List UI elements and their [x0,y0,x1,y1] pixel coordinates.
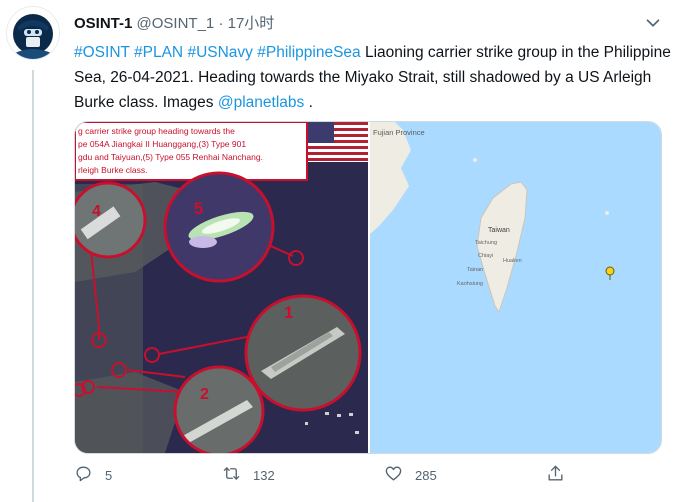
like-count: 285 [415,467,437,483]
reply-icon[interactable] [74,464,93,486]
caption-line-3: gdu and Taiyuan,(5) Type 055 Renhai Nanc… [78,152,263,162]
marker-label-2: 2 [200,386,209,403]
islet [473,158,477,162]
image-divider [368,122,370,453]
retweet-count: 132 [253,467,275,483]
label-taichung: Taichung [475,240,497,246]
marker-label-5: 5 [194,199,203,218]
mention-planetlabs[interactable]: @planetlabs [218,94,304,111]
hashtag-plan[interactable]: #PLAN [134,44,183,61]
label-tainan: Tainan [467,267,483,273]
avatar-image [7,7,59,59]
marker-label-4: 4 [92,203,101,220]
reply-count: 5 [105,467,113,483]
label-chiayi: Chiayi [478,253,493,259]
author-handle[interactable]: @OSINT_1 [137,15,215,32]
label-province: Fujian Province [373,128,425,137]
thread-line [32,70,34,502]
avatar[interactable] [6,6,60,60]
tweet-text: #OSINT #PLAN #USNavy #PhilippineSea Liao… [74,40,674,115]
like-icon[interactable] [384,464,403,486]
us-flag-icon [308,122,368,162]
tweet-header: OSINT-1 @OSINT_1 · 17小时 [74,12,274,33]
hashtag-usnavy[interactable]: #USNavy [187,44,252,61]
map-background [370,122,661,453]
like-action[interactable]: 285 [384,464,437,486]
share-action[interactable] [546,464,565,486]
reply-action[interactable]: 5 [74,464,112,486]
retweet-action[interactable]: 132 [222,464,275,486]
author-name[interactable]: OSINT-1 [74,15,132,32]
retweet-icon[interactable] [222,464,241,486]
share-icon[interactable] [546,464,565,486]
tweet-trailing: . [304,94,313,111]
label-kaohsiung: Kaohsiung [457,281,483,287]
tweet-media[interactable]: g carrier strike group heading towards t… [74,121,662,454]
islet [605,211,609,215]
marker-label-1: 1 [284,303,293,322]
caption-line-4: rleigh Burke class. [78,165,147,175]
label-taiwan: Taiwan [488,227,510,234]
hashtag-osint[interactable]: #OSINT [74,44,130,61]
timestamp[interactable]: 17小时 [228,15,275,32]
more-icon[interactable] [642,12,664,34]
hashtag-philippinesea[interactable]: #PhilippineSea [257,44,360,61]
media-image: g carrier strike group heading towards t… [75,122,661,453]
caption-line-1: g carrier strike group heading towards t… [78,126,235,136]
caption-line-2: pe 054A Jiangkai II Huanggang,(3) Type 9… [78,139,246,149]
separator-dot: · [218,15,224,32]
label-hualien: Hualien [503,258,522,264]
action-bar: 5 132 285 [74,464,674,490]
